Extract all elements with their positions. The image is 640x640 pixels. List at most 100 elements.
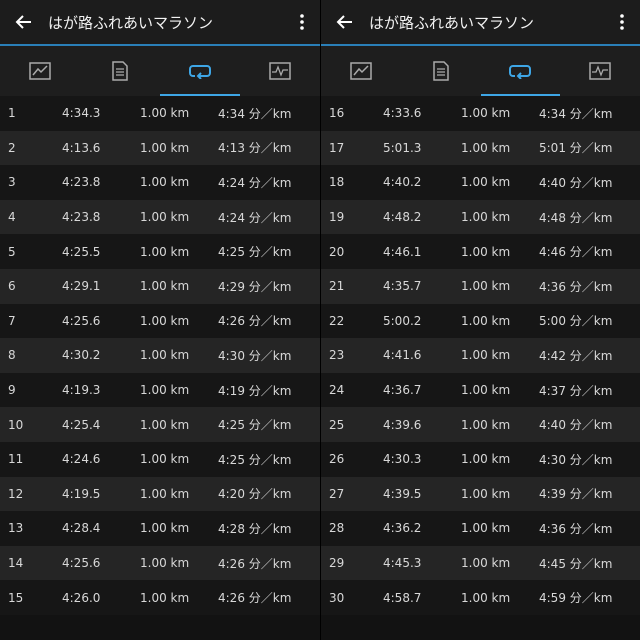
lap-distance: 1.00 km — [140, 556, 190, 571]
lap-list: 1 4:34.3 1.00 km 4:34 分／km 2 4:13.6 1.00 km 4:… — [0, 96, 320, 615]
lap-number: 26 — [329, 452, 345, 467]
lap-time: 4:34.3 — [62, 106, 101, 121]
table-row[interactable]: 14 4:25.6 1.00 km 4:26 分／km — [0, 545, 320, 581]
lap-pace: 4:36 分／km — [539, 279, 613, 294]
lap-number: 25 — [329, 417, 345, 432]
table-row[interactable]: 6 4:29.1 1.00 km 4:29 分／km — [0, 268, 320, 304]
table-row[interactable]: 3 4:23.8 1.00 km 4:24 分／km — [0, 165, 320, 200]
lap-pace: 4:37 分／km — [539, 383, 613, 398]
lap-distance: 1.00 km — [461, 244, 511, 259]
table-row[interactable]: 1 4:34.3 1.00 km 4:34 分／km — [0, 96, 320, 131]
table-row[interactable]: 26 4:30.3 1.00 km 4:30 分／km — [321, 441, 640, 477]
table-row[interactable]: 28 4:36.2 1.00 km 4:36 分／km — [321, 511, 640, 546]
lap-distance: 1.00 km — [140, 140, 190, 155]
lap-pace: 4:25 分／km — [218, 452, 292, 467]
left-panel: はが路ふれあいマラソン 1 4:34.3 1.00 km 4:34 分／km 2 4:1… — [0, 0, 320, 640]
lap-number: 6 — [8, 279, 16, 294]
table-row[interactable]: 13 4:28.4 1.00 km 4:28 分／km — [0, 511, 320, 546]
tab-heart-rate[interactable] — [560, 46, 640, 96]
lap-number: 1 — [8, 106, 16, 121]
document-icon — [112, 61, 128, 81]
lap-pace: 4:46 分／km — [539, 245, 613, 260]
lap-time: 4:29.1 — [62, 279, 101, 294]
lap-distance: 1.00 km — [461, 279, 511, 294]
table-row[interactable]: 4 4:23.8 1.00 km 4:24 分／km — [0, 199, 320, 235]
lap-number: 29 — [329, 556, 345, 571]
tab-bar — [321, 46, 640, 96]
table-row[interactable]: 30 4:58.7 1.00 km 4:59 分／km — [321, 580, 640, 615]
lap-pace: 4:48 分／km — [539, 210, 613, 225]
lap-number: 22 — [329, 313, 345, 328]
lap-pace: 4:34 分／km — [539, 106, 613, 121]
tab-details[interactable] — [80, 46, 160, 96]
tab-laps[interactable] — [160, 46, 240, 96]
lap-number: 9 — [8, 383, 16, 398]
table-row[interactable]: 8 4:30.2 1.00 km 4:30 分／km — [0, 338, 320, 373]
page-title: はが路ふれあいマラソン — [369, 13, 535, 32]
lap-distance: 1.00 km — [140, 210, 190, 225]
heart-rate-icon — [269, 62, 291, 80]
table-row[interactable]: 18 4:40.2 1.00 km 4:40 分／km — [321, 165, 640, 200]
table-row[interactable]: 5 4:25.5 1.00 km 4:25 分／km — [0, 234, 320, 269]
tab-heart-rate[interactable] — [240, 46, 320, 96]
back-arrow-icon[interactable] — [0, 0, 48, 44]
more-vert-icon[interactable] — [284, 0, 320, 44]
table-row[interactable]: 16 4:33.6 1.00 km 4:34 分／km — [321, 96, 640, 131]
lap-time: 4:23.8 — [62, 210, 101, 225]
table-row[interactable]: 21 4:35.7 1.00 km 4:36 分／km — [321, 268, 640, 304]
table-row[interactable]: 11 4:24.6 1.00 km 4:25 分／km — [0, 441, 320, 477]
table-row[interactable]: 22 5:00.2 1.00 km 5:00 分／km — [321, 303, 640, 339]
table-row[interactable]: 29 4:45.3 1.00 km 4:45 分／km — [321, 545, 640, 581]
lap-number: 21 — [329, 279, 345, 294]
table-row[interactable]: 7 4:25.6 1.00 km 4:26 分／km — [0, 303, 320, 339]
lap-number: 5 — [8, 244, 16, 259]
table-row[interactable]: 17 5:01.3 1.00 km 5:01 分／km — [321, 130, 640, 166]
table-row[interactable]: 25 4:39.6 1.00 km 4:40 分／km — [321, 407, 640, 442]
lap-number: 2 — [8, 140, 16, 155]
table-row[interactable]: 10 4:25.4 1.00 km 4:25 分／km — [0, 407, 320, 442]
lap-number: 30 — [329, 590, 345, 605]
tab-summary[interactable] — [321, 46, 401, 96]
lap-pace: 4:34 分／km — [218, 106, 292, 121]
table-row[interactable]: 2 4:13.6 1.00 km 4:13 分／km — [0, 130, 320, 166]
lap-pace: 4:39 分／km — [539, 487, 613, 502]
table-row[interactable]: 23 4:41.6 1.00 km 4:42 分／km — [321, 338, 640, 373]
table-row[interactable]: 9 4:19.3 1.00 km 4:19 分／km — [0, 372, 320, 408]
lap-time: 4:25.5 — [62, 244, 101, 259]
lap-number: 19 — [329, 210, 345, 225]
lap-pace: 4:40 分／km — [539, 175, 613, 190]
lap-pace: 4:30 分／km — [218, 348, 292, 363]
table-row[interactable]: 19 4:48.2 1.00 km 4:48 分／km — [321, 199, 640, 235]
table-row[interactable]: 27 4:39.5 1.00 km 4:39 分／km — [321, 476, 640, 512]
lap-time: 4:33.6 — [383, 106, 422, 121]
lap-distance: 1.00 km — [140, 383, 190, 398]
more-vert-icon[interactable] — [604, 0, 640, 44]
lap-pace: 5:00 分／km — [539, 314, 613, 329]
lap-distance: 1.00 km — [461, 417, 511, 432]
table-row[interactable]: 15 4:26.0 1.00 km 4:26 分／km — [0, 580, 320, 615]
table-row[interactable]: 24 4:36.7 1.00 km 4:37 分／km — [321, 372, 640, 408]
lap-time: 4:39.6 — [383, 417, 422, 432]
tab-laps[interactable] — [480, 46, 561, 96]
lap-distance: 1.00 km — [461, 175, 511, 190]
lap-time: 4:28.4 — [62, 521, 101, 536]
lap-number: 12 — [8, 486, 24, 501]
lap-pace: 4:29 分／km — [218, 279, 292, 294]
lap-time: 5:01.3 — [383, 140, 422, 155]
lap-pace: 4:20 分／km — [218, 487, 292, 502]
lap-time: 5:00.2 — [383, 313, 422, 328]
lap-number: 10 — [8, 417, 24, 432]
lap-number: 7 — [8, 313, 16, 328]
tab-details[interactable] — [401, 46, 481, 96]
lap-distance: 1.00 km — [140, 244, 190, 259]
lap-pace: 4:26 分／km — [218, 556, 292, 571]
lap-time: 4:25.6 — [62, 556, 101, 571]
lap-time: 4:48.2 — [383, 210, 422, 225]
back-arrow-icon[interactable] — [321, 0, 369, 44]
lap-pace: 4:28 分／km — [218, 521, 292, 536]
lap-number: 11 — [8, 452, 24, 467]
table-row[interactable]: 20 4:46.1 1.00 km 4:46 分／km — [321, 234, 640, 269]
lap-number: 24 — [329, 383, 345, 398]
table-row[interactable]: 12 4:19.5 1.00 km 4:20 分／km — [0, 476, 320, 512]
tab-summary[interactable] — [0, 46, 80, 96]
